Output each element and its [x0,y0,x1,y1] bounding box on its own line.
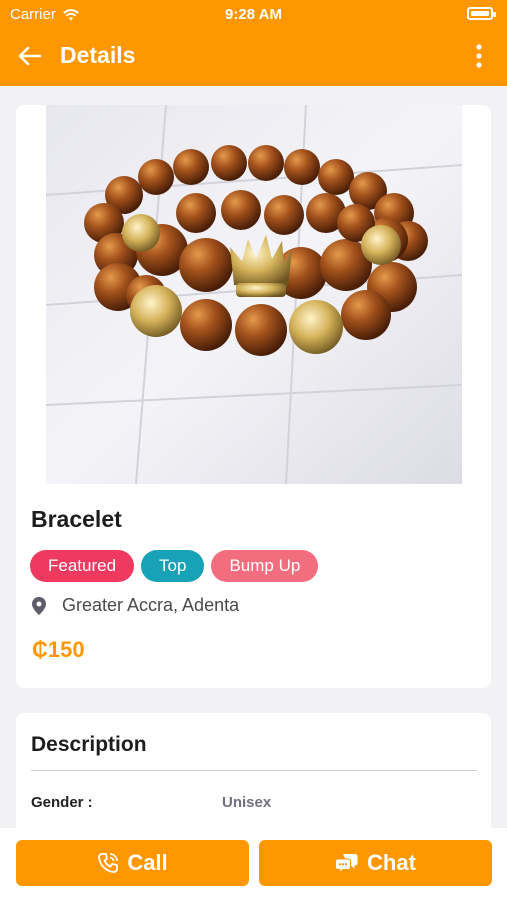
bump-up-badge: Bump Up [211,550,319,582]
badge-row: Featured Top Bump Up [30,550,319,582]
status-time: 9:28 AM [225,6,282,23]
location-row: Greater Accra, Adenta [32,595,239,616]
battery-icon [467,7,496,20]
more-options-button[interactable] [469,40,489,72]
back-arrow-icon [18,46,42,66]
call-label: Call [127,850,168,875]
page-title: Details [60,42,136,68]
more-vertical-icon [476,44,482,68]
top-badge: Top [141,550,205,582]
bracelet-photo [46,105,462,484]
gender-value: Unisex [222,794,272,811]
divider [31,770,477,771]
status-bar: Carrier 9:28 AM [0,0,507,28]
location-pin-icon [32,596,46,615]
bottom-action-bar: Call Chat [0,828,507,900]
product-name: Bracelet [31,506,122,532]
product-image[interactable] [46,105,462,484]
back-button[interactable] [14,40,46,72]
nav-bar: Details [0,36,507,76]
description-title: Description [31,733,147,756]
app-header: Carrier 9:28 AM Details [0,0,507,86]
chat-label: Chat [367,850,416,875]
gender-label: Gender : [31,794,93,811]
product-card: Bracelet Featured Top Bump Up Greater Ac… [16,105,491,688]
featured-badge: Featured [30,550,135,582]
call-button[interactable]: Call [16,840,249,886]
location-text: Greater Accra, Adenta [62,595,240,615]
chat-icon [335,854,358,874]
chat-button[interactable]: Chat [259,840,492,886]
product-price: ₵150 [32,637,85,662]
phone-icon [98,853,119,873]
